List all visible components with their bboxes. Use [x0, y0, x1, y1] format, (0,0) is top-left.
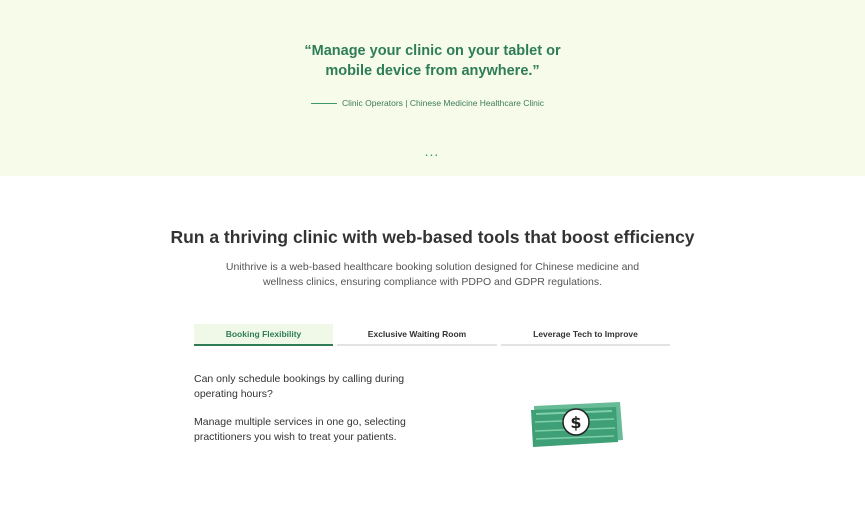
section-description: Unithrive is a web-based healthcare book… [0, 260, 865, 290]
testimonial-attribution: Clinic Operators | Chinese Medicine Heal… [311, 97, 544, 109]
tab-exclusive-waiting-room[interactable]: Exclusive Waiting Room [337, 324, 497, 346]
description-line-1: Unithrive is a web-based healthcare book… [225, 261, 640, 273]
carousel-more-indicator[interactable]: ... [422, 144, 442, 158]
tab-booking-flexibility[interactable]: Booking Flexibility [194, 324, 333, 346]
quote-line-2: mobile device from anywhere.” [325, 63, 540, 79]
attribution-divider [311, 102, 337, 104]
testimonial-quote: “Manage your clinic on your tablet or mo… [0, 41, 865, 81]
description-line-2: wellness clinics, ensuring compliance wi… [262, 276, 603, 288]
tab-panel-content: Can only schedule bookings by calling du… [194, 372, 444, 458]
testimonial-banner: “Manage your clinic on your tablet or mo… [0, 0, 865, 176]
tab-leverage-tech[interactable]: Leverage Tech to Improve [501, 324, 670, 346]
panel-paragraph-1: Can only schedule bookings by calling du… [194, 373, 405, 400]
attribution-text: Clinic Operators | Chinese Medicine Heal… [342, 98, 545, 108]
panel-paragraph-2: Manage multiple services in one go, sele… [194, 416, 406, 443]
money-bill-icon: $ [528, 398, 626, 450]
dollar-sign: $ [570, 413, 581, 432]
section-heading: Run a thriving clinic with web-based too… [170, 227, 695, 247]
quote-line-1: “Manage your clinic on your tablet or [304, 43, 561, 59]
